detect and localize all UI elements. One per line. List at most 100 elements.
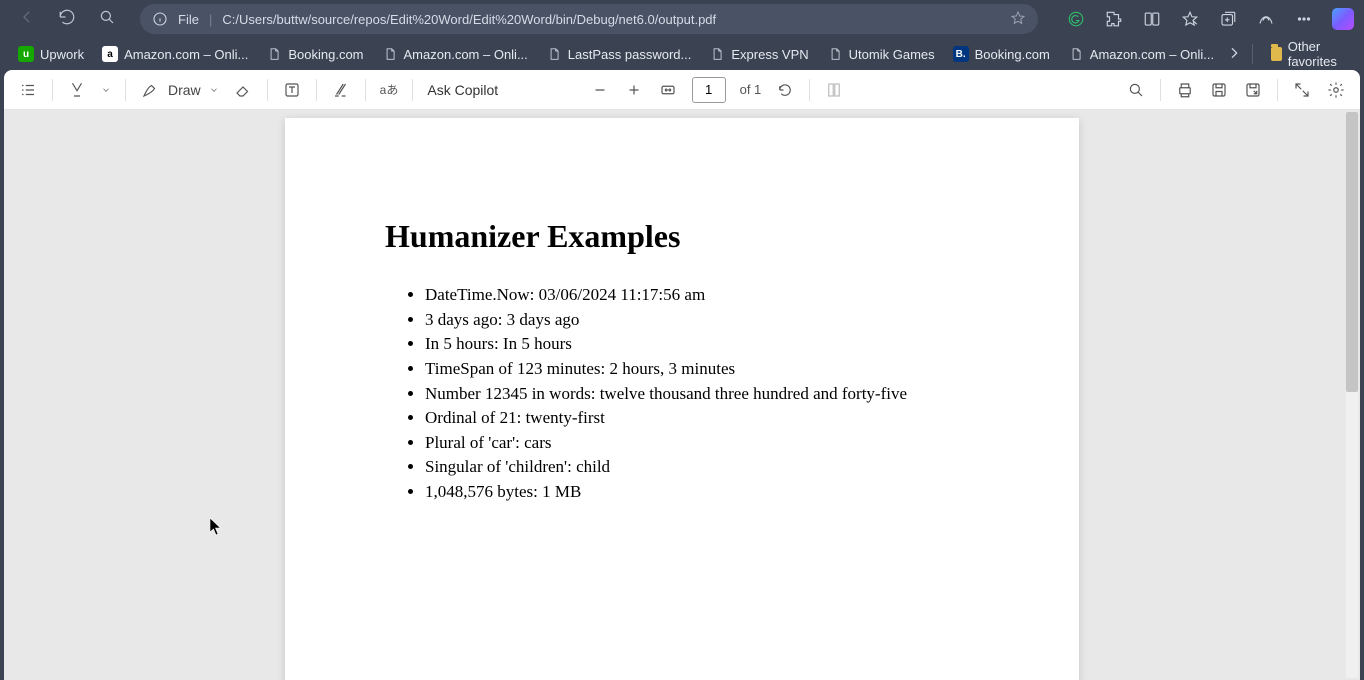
bookmark-label: Booking.com	[975, 47, 1050, 62]
page-icon	[1068, 46, 1084, 62]
scroll-thumb[interactable]	[1346, 112, 1358, 392]
bookmark-label: Amazon.com – Onli...	[124, 47, 248, 62]
mouse-cursor	[210, 518, 222, 536]
zoom-in-icon[interactable]	[624, 80, 644, 100]
page-view-icon[interactable]	[824, 80, 844, 100]
pdf-page: Humanizer Examples DateTime.Now: 03/06/2…	[285, 118, 1079, 680]
performance-icon[interactable]	[1256, 9, 1276, 29]
bookmark-item[interactable]: Utomik Games	[819, 42, 943, 66]
pdf-toolbar: Draw aあ Ask Copilot of 1	[4, 70, 1360, 110]
draw-label: Draw	[168, 82, 201, 98]
draw-button[interactable]: Draw	[140, 80, 219, 100]
translate-icon[interactable]: aあ	[380, 80, 399, 100]
bookmark-item[interactable]: Express VPN	[701, 42, 816, 66]
save-as-icon[interactable]	[1243, 80, 1263, 100]
contents-icon[interactable]	[18, 80, 38, 100]
separator	[809, 79, 810, 101]
bookmark-item[interactable]: Amazon.com – Onli...	[1060, 42, 1222, 66]
other-favorites-label: Other favorites	[1288, 39, 1346, 69]
site-info-icon[interactable]	[152, 11, 168, 27]
bookmark-label: Amazon.com – Onli...	[404, 47, 528, 62]
bookmark-label: Utomik Games	[849, 47, 935, 62]
nav-buttons	[18, 8, 116, 31]
bookmark-item[interactable]: LastPass password...	[538, 42, 700, 66]
list-item: Plural of 'car': cars	[425, 431, 979, 456]
bookmarks-overflow-icon[interactable]	[1226, 45, 1242, 64]
page-icon	[827, 46, 843, 62]
draw-icon	[140, 80, 160, 100]
browser-toolbar: File | C:/Users/buttw/source/repos/Edit%…	[0, 0, 1364, 38]
separator	[52, 79, 53, 101]
back-button[interactable]	[18, 8, 36, 31]
split-screen-icon[interactable]	[1142, 9, 1162, 29]
separator	[1252, 44, 1253, 64]
browser-right-icons	[1066, 8, 1354, 30]
copilot-icon[interactable]	[1332, 8, 1354, 30]
refresh-button[interactable]	[58, 8, 76, 31]
page-icon	[709, 46, 725, 62]
folder-icon	[1271, 47, 1282, 61]
scrollbar-vertical[interactable]	[1346, 112, 1358, 678]
bookmark-label: LastPass password...	[568, 47, 692, 62]
fullscreen-icon[interactable]	[1292, 80, 1312, 100]
settings-icon[interactable]	[1326, 80, 1346, 100]
add-text-icon[interactable]	[282, 80, 302, 100]
highlight-dropdown-icon[interactable]	[101, 82, 111, 98]
draw-dropdown-icon[interactable]	[209, 82, 219, 98]
bookmark-label: Express VPN	[731, 47, 808, 62]
bookmark-item[interactable]: a Amazon.com – Onli...	[94, 42, 256, 66]
extensions-icon[interactable]	[1104, 9, 1124, 29]
search-button[interactable]	[98, 8, 116, 31]
find-icon[interactable]	[1126, 80, 1146, 100]
more-menu-icon[interactable]	[1294, 9, 1314, 29]
page-icon	[382, 46, 398, 62]
scheme-label: File	[178, 12, 199, 27]
list-item: In 5 hours: In 5 hours	[425, 332, 979, 357]
bookmark-item[interactable]: u Upwork	[10, 42, 92, 66]
pdf-content-area[interactable]: Humanizer Examples DateTime.Now: 03/06/2…	[4, 110, 1360, 680]
zoom-out-icon[interactable]	[590, 80, 610, 100]
document-title: Humanizer Examples	[385, 218, 979, 255]
address-bar[interactable]: File | C:/Users/buttw/source/repos/Edit%…	[140, 4, 1038, 34]
pdf-viewer: Draw aあ Ask Copilot of 1 Humanizer E	[4, 70, 1360, 680]
separator	[1160, 79, 1161, 101]
separator	[1277, 79, 1278, 101]
page-icon	[546, 46, 562, 62]
bookmark-label: Amazon.com – Onli...	[1090, 47, 1214, 62]
amazon-icon: a	[102, 46, 118, 62]
list-item: DateTime.Now: 03/06/2024 11:17:56 am	[425, 283, 979, 308]
collections-icon[interactable]	[1218, 9, 1238, 29]
print-icon[interactable]	[1175, 80, 1195, 100]
page-number-input[interactable]	[692, 77, 726, 103]
page-total-label: of 1	[740, 82, 762, 97]
list-item: 1,048,576 bytes: 1 MB	[425, 480, 979, 505]
other-favorites[interactable]: Other favorites	[1263, 35, 1354, 73]
document-list: DateTime.Now: 03/06/2024 11:17:56 am3 da…	[385, 283, 979, 505]
ask-copilot-button[interactable]: Ask Copilot	[427, 82, 498, 98]
bookmark-item[interactable]: B.Booking.com	[945, 42, 1058, 66]
list-item: 3 days ago: 3 days ago	[425, 308, 979, 333]
read-aloud-icon[interactable]	[331, 80, 351, 100]
favorite-star-icon[interactable]	[1010, 10, 1026, 29]
separator	[365, 79, 366, 101]
separator	[412, 79, 413, 101]
favorites-icon[interactable]	[1180, 9, 1200, 29]
separator	[125, 79, 126, 101]
separator: |	[209, 12, 212, 27]
list-item: Number 12345 in words: twelve thousand t…	[425, 382, 979, 407]
bookmark-label: Booking.com	[288, 47, 363, 62]
grammarly-icon[interactable]	[1066, 9, 1086, 29]
bookmark-item[interactable]: Booking.com	[258, 42, 371, 66]
bookmark-label: Upwork	[40, 47, 84, 62]
upwork-icon: u	[18, 46, 34, 62]
fit-width-icon[interactable]	[658, 80, 678, 100]
separator	[267, 79, 268, 101]
highlight-icon[interactable]	[67, 80, 87, 100]
rotate-icon[interactable]	[775, 80, 795, 100]
erase-icon[interactable]	[233, 80, 253, 100]
url-text: C:/Users/buttw/source/repos/Edit%20Word/…	[222, 12, 1000, 27]
list-item: Singular of 'children': child	[425, 455, 979, 480]
save-icon[interactable]	[1209, 80, 1229, 100]
bookmarks-bar: u Upwork a Amazon.com – Onli... Booking.com A…	[0, 38, 1364, 70]
bookmark-item[interactable]: Amazon.com – Onli...	[374, 42, 536, 66]
